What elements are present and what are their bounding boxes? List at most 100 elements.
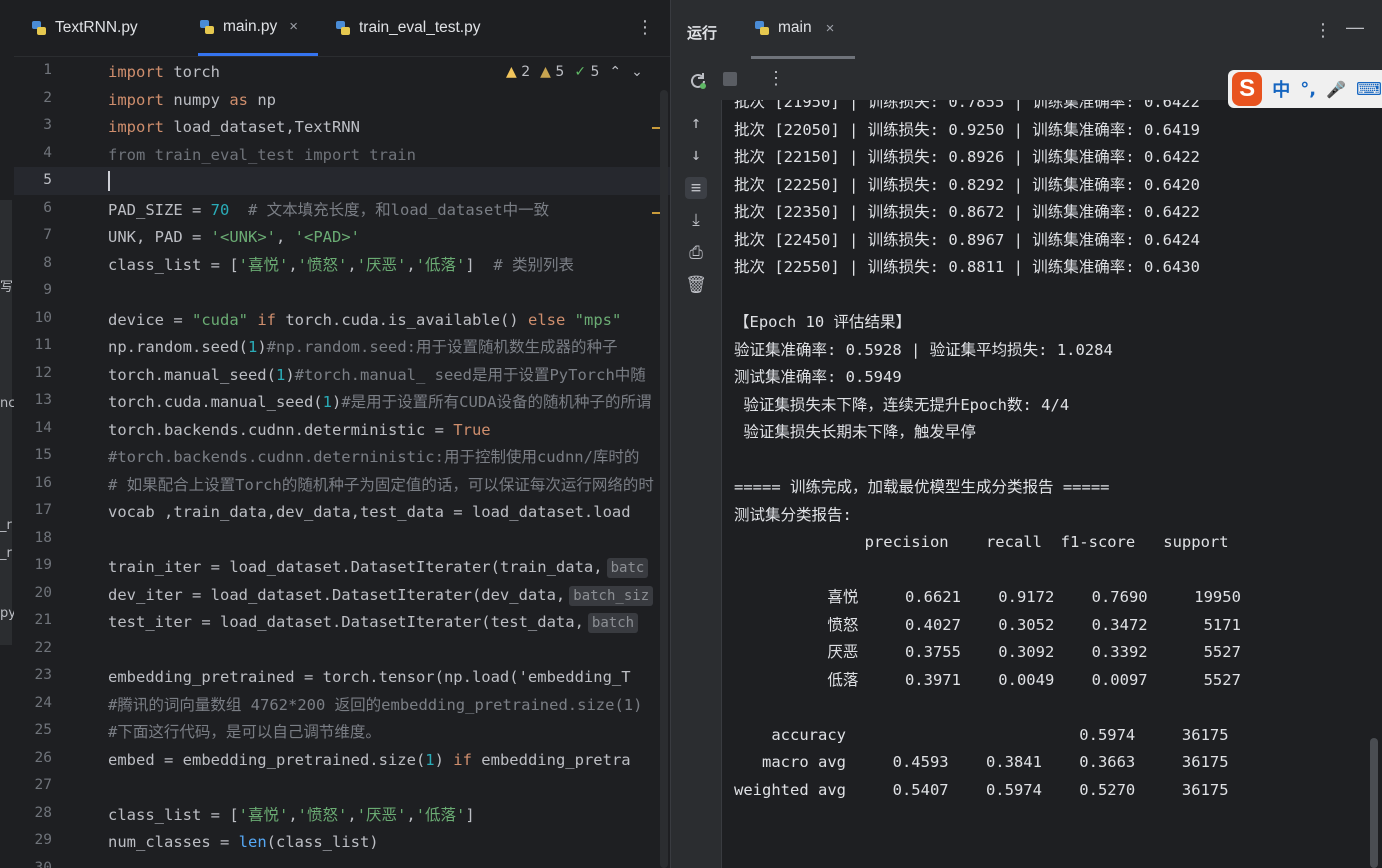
code-line[interactable]: import load_dataset,TextRNN xyxy=(108,117,360,137)
warning-count-value: 2 xyxy=(521,64,531,80)
warning-count-a[interactable]: ▲ 2 xyxy=(506,64,530,80)
project-item-fragment[interactable]: _r xyxy=(0,518,14,533)
tab-overflow-menu-icon[interactable]: ⋮ xyxy=(636,18,654,36)
close-icon[interactable]: × xyxy=(289,18,298,35)
console-line: 测试集分类报告: xyxy=(734,505,852,524)
arrow-down-icon[interactable]: ↓ xyxy=(685,144,707,166)
line-number: 8 xyxy=(43,254,52,271)
check-count[interactable]: ✓ 5 xyxy=(574,64,599,80)
line-number: 19 xyxy=(34,557,52,573)
chevron-up-icon[interactable]: ⌃ xyxy=(609,64,621,80)
arrow-up-icon[interactable]: ↑ xyxy=(685,112,707,134)
console-output[interactable]: 批次 [21950] | 训练损失: 0.7855 | 训练集准确率: 0.64… xyxy=(722,100,1382,868)
scroll-to-end-icon[interactable]: ⤓ xyxy=(685,209,707,231)
console-line: 愤怒 0.4027 0.3052 0.3472 5171 xyxy=(734,615,1241,634)
inspection-widget[interactable]: ▲ 2 ▲ 5 ✓ 5 ⌃ ⌄ xyxy=(506,64,643,80)
line-number: 22 xyxy=(34,639,52,656)
warning-count-b[interactable]: ▲ 5 xyxy=(540,64,564,80)
console-line: 验证集损失长期未下降，触发早停 xyxy=(734,423,976,441)
ime-toolbar[interactable]: S 中 °, 🎤 ⌨ xyxy=(1228,70,1382,108)
console-line: accuracy 0.5974 36175 xyxy=(734,725,1229,744)
code-line[interactable]: # 如果配合上设置Torch的随机种子为固定值的话，可以保证每次运行网络的时 xyxy=(108,475,654,495)
project-panel-scrollbar[interactable] xyxy=(0,200,12,645)
close-icon[interactable]: × xyxy=(826,20,835,37)
code-line[interactable]: #腾讯的词向量数组 4762*200 返回的embedding_pretrain… xyxy=(108,695,642,715)
line-number: 9 xyxy=(43,282,52,298)
code-area[interactable]: import torch import numpy as np import loa… xyxy=(108,58,670,868)
code-line[interactable]: embedding_pretrained = torch.tensor(np.l… xyxy=(108,667,631,687)
line-number: 25 xyxy=(34,722,52,738)
ime-punctuation-toggle[interactable]: °, xyxy=(1300,79,1316,100)
project-panel-edge: 写 nce _r _r py xyxy=(0,0,14,868)
warning-icon: ▲ xyxy=(506,64,517,80)
ime-mode-toggle[interactable]: 中 xyxy=(1272,76,1290,102)
print-icon[interactable]: ⎙ xyxy=(685,242,707,264)
parameter-hint: batch_siz xyxy=(569,585,654,606)
line-number: 4 xyxy=(43,144,52,161)
code-line[interactable]: torch.backends.cudnn.deterministic = Tru… xyxy=(108,420,491,440)
soft-wrap-icon[interactable]: ≡ xyxy=(685,177,707,199)
more-options-icon[interactable]: ⋮ xyxy=(1314,20,1332,41)
code-line[interactable]: PAD_SIZE = 70 # 文本填充长度，和load_dataset中一致 xyxy=(108,200,549,220)
parameter-hint: batch xyxy=(587,613,639,633)
code-line[interactable]: train_iter = load_dataset.DatasetIterate… xyxy=(108,557,649,578)
tab-textrnn-py[interactable]: TextRNN.py xyxy=(30,0,138,56)
code-line[interactable]: torch.manual_seed(1)#torch.manual_ seed是… xyxy=(108,365,646,385)
code-line[interactable]: from train_eval_test import train xyxy=(108,145,416,165)
editor-scrollbar[interactable] xyxy=(660,90,668,868)
code-line[interactable]: embed = embedding_pretrained.size(1) if … xyxy=(108,750,631,770)
line-number: 17 xyxy=(34,502,52,518)
line-number: 11 xyxy=(34,337,52,353)
microphone-icon[interactable]: 🎤 xyxy=(1326,80,1346,99)
line-number: 28 xyxy=(34,804,52,821)
line-number: 29 xyxy=(34,832,52,848)
console-scrollbar[interactable] xyxy=(1370,738,1378,868)
console-side-toolbar: ↑ ↓ ≡ ⤓ ⎙ 🗑 xyxy=(671,100,722,868)
keyboard-icon[interactable]: ⌨ xyxy=(1356,79,1382,100)
line-number: 10 xyxy=(34,309,52,326)
project-item-fragment[interactable]: _r xyxy=(0,546,14,561)
line-number: 20 xyxy=(34,584,52,601)
code-line[interactable]: import numpy as np xyxy=(108,90,276,110)
code-line[interactable]: import torch xyxy=(108,62,220,82)
code-editor: TextRNN.py main.py × train_eval_test.py … xyxy=(14,0,670,868)
code-line[interactable]: #下面这行代码，是可以自己调节维度。 xyxy=(108,722,381,742)
python-file-icon xyxy=(336,21,350,35)
line-number: 16 xyxy=(34,474,52,491)
console-line: macro avg 0.4593 0.3841 0.3663 36175 xyxy=(734,753,1229,771)
code-line[interactable]: num_classes = len(class_list) xyxy=(108,832,379,852)
minimize-icon[interactable]: — xyxy=(1346,17,1364,38)
code-line[interactable]: test_iter = load_dataset.DatasetIterater… xyxy=(108,612,639,633)
code-line[interactable]: device = "cuda" if torch.cuda.is_availab… xyxy=(108,310,621,330)
trash-icon[interactable]: 🗑 xyxy=(685,274,707,296)
code-line[interactable]: np.random.seed(1)#np.random.seed:用于设置随机数… xyxy=(108,337,617,357)
line-number: 14 xyxy=(34,419,52,436)
project-item-fragment[interactable]: 写 xyxy=(0,276,14,295)
sogou-logo-icon[interactable]: S xyxy=(1232,72,1263,106)
text-caret xyxy=(108,171,110,191)
line-number: 3 xyxy=(43,117,52,133)
tab-train-eval-test-py[interactable]: train_eval_test.py xyxy=(334,0,481,56)
code-line[interactable]: #torch.backends.cudnn.deterninistic:用于控制… xyxy=(108,447,639,467)
parameter-hint: batc xyxy=(606,558,649,578)
code-line[interactable]: class_list = ['喜悦','愤怒','厌恶','低落'] xyxy=(108,805,475,825)
code-line[interactable]: dev_iter = load_dataset.DatasetIterater(… xyxy=(108,585,654,606)
more-actions-icon[interactable]: ⋮ xyxy=(767,68,785,89)
line-number-gutter: 1 2 3 4 5 6 7 8 9 10 11 12 13 14 15 16 17 18 19 20 21 22 23 24 2… xyxy=(14,58,104,868)
code-line[interactable]: UNK, PAD = '<UNK>', '<PAD>' xyxy=(108,227,360,247)
project-item-fragment[interactable]: py xyxy=(0,606,14,621)
rerun-icon[interactable] xyxy=(687,70,709,92)
run-window-title: 运行 xyxy=(687,25,718,42)
code-line[interactable]: class_list = ['喜悦','愤怒','厌恶','低落'] # 类别列… xyxy=(108,255,574,275)
chevron-down-icon[interactable]: ⌄ xyxy=(631,64,643,80)
tab-main-py[interactable]: main.py × xyxy=(198,0,318,56)
tab-label: train_eval_test.py xyxy=(359,19,481,36)
code-line[interactable]: vocab ,train_data,dev_data,test_data = l… xyxy=(108,502,631,522)
console-line: ===== 训练完成，加载最优模型生成分类报告 ===== xyxy=(734,478,1110,496)
line-number: 5 xyxy=(43,172,52,188)
line-number: 24 xyxy=(34,694,52,711)
code-line[interactable]: torch.cuda.manual_seed(1)#是用于设置所有CUDA设备的… xyxy=(108,392,652,412)
stop-icon[interactable] xyxy=(723,72,737,86)
run-tab-main[interactable]: main × xyxy=(751,0,855,59)
project-item-fragment[interactable]: nce xyxy=(0,396,14,411)
